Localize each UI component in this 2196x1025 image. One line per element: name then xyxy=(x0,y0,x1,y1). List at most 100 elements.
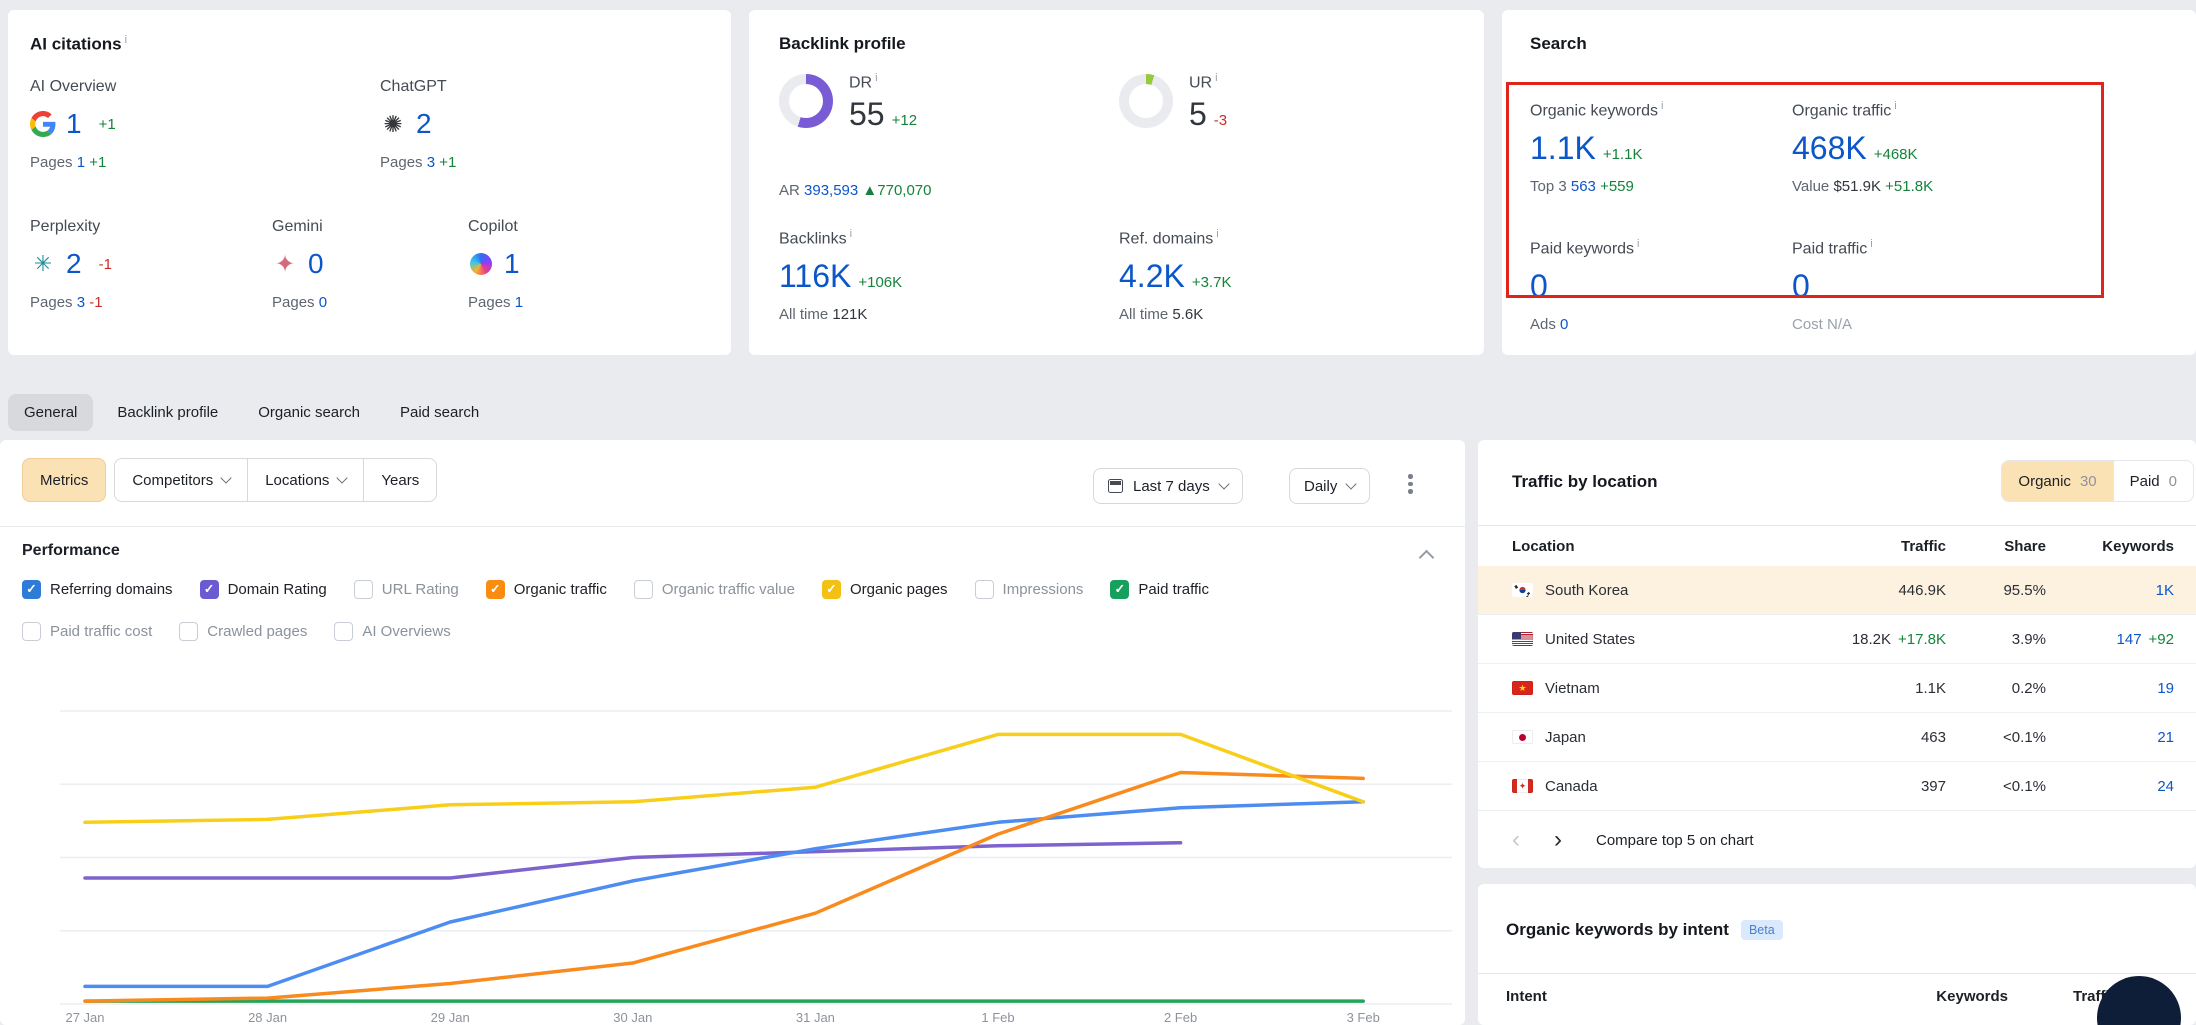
copilot-value[interactable]: 1 xyxy=(504,248,520,280)
gemini-pages: Pages 0 xyxy=(272,294,327,311)
checkbox-impressions[interactable]: Impressions xyxy=(975,580,1084,599)
perplexity-value[interactable]: 2 xyxy=(66,248,82,280)
series-domain-rating xyxy=(85,843,1181,878)
checkbox-ai-overviews[interactable]: AI Overviews xyxy=(334,622,450,641)
checkbox-icon xyxy=(634,580,653,599)
copilot-pages: Pages 1 xyxy=(468,294,523,311)
copilot-icon xyxy=(468,251,494,277)
previous-page-button[interactable]: ‹ xyxy=(1512,828,1520,852)
granularity-dropdown[interactable]: Daily xyxy=(1289,468,1370,504)
flag-vietnam-icon: ★ xyxy=(1512,681,1533,695)
flag-united-states-icon xyxy=(1512,632,1533,646)
checkbox-organic-traffic[interactable]: ✓Organic traffic xyxy=(486,580,607,599)
chatgpt-icon: ✺ xyxy=(380,111,406,137)
perplexity-pages: Pages 3 -1 xyxy=(30,294,112,311)
backlinks-metric: Backlinksi 116K+106K All time 121K xyxy=(779,228,902,323)
keywords-link[interactable]: 1K xyxy=(2156,582,2174,599)
checkbox-icon xyxy=(22,622,41,641)
x-tick-label: 31 Jan xyxy=(796,1010,835,1025)
performance-card: Metrics Competitors Locations Years Last… xyxy=(0,440,1465,1025)
x-tick-label: 27 Jan xyxy=(65,1010,104,1025)
copilot-label: Copilot xyxy=(468,218,523,236)
cost-row: Cost N/A xyxy=(1792,316,1873,333)
info-icon[interactable]: i xyxy=(850,228,852,240)
info-icon[interactable]: i xyxy=(1216,228,1218,240)
checkbox-organic-pages[interactable]: ✓Organic pages xyxy=(822,580,948,599)
info-icon[interactable]: i xyxy=(1215,72,1217,84)
ahrefs-rank-row: AR 393,593 ▲770,070 xyxy=(779,182,932,199)
table-row-vietnam[interactable]: ★Vietnam 1.1K 0.2% 19 xyxy=(1478,664,2196,713)
checkbox-organic-traffic-value[interactable]: Organic traffic value xyxy=(634,580,795,599)
chevron-down-icon xyxy=(337,472,348,483)
toggle-organic[interactable]: Organic30 xyxy=(2002,461,2112,501)
traffic-by-location-title: Traffic by location xyxy=(1512,472,1657,492)
url-rating-metric: URi 5-3 xyxy=(1119,72,1227,130)
checkbox-domain-rating[interactable]: ✓Domain Rating xyxy=(200,580,327,599)
backlink-profile-title: Backlink profile xyxy=(779,34,906,54)
date-range-dropdown[interactable]: Last 7 days xyxy=(1093,468,1243,504)
chatgpt-metric: ChatGPT ✺ 2 Pages 3 +1 xyxy=(380,78,456,171)
collapse-section-button[interactable] xyxy=(1419,550,1435,566)
table-row-south-korea[interactable]: South Korea 446.9K 95.5% 1K xyxy=(1478,566,2196,615)
keywords-link[interactable]: 24 xyxy=(2157,778,2174,795)
ref-domains-value[interactable]: 4.2K xyxy=(1119,260,1185,292)
checkbox-paid-traffic[interactable]: ✓Paid traffic xyxy=(1110,580,1209,599)
years-button[interactable]: Years xyxy=(364,459,436,501)
keywords-link[interactable]: 147 xyxy=(2117,631,2142,648)
chatgpt-label: ChatGPT xyxy=(380,78,456,96)
checkbox-referring-domains[interactable]: ✓Referring domains xyxy=(22,580,173,599)
ur-value: 5 xyxy=(1189,98,1207,130)
metrics-filter-button[interactable]: Metrics xyxy=(22,458,106,502)
checkbox-paid-traffic-cost[interactable]: Paid traffic cost xyxy=(22,622,152,641)
tab-paid-search[interactable]: Paid search xyxy=(384,394,495,431)
backlinks-value[interactable]: 116K xyxy=(779,260,851,292)
tab-general[interactable]: General xyxy=(8,394,93,431)
divider xyxy=(0,526,1465,527)
info-icon[interactable]: i xyxy=(875,72,877,84)
backlinks-alltime: All time 121K xyxy=(779,306,902,323)
chevron-down-icon xyxy=(1218,478,1229,489)
metric-checkbox-row-2: Paid traffic cost Crawled pages AI Overv… xyxy=(22,622,451,641)
ai-overview-label: AI Overview xyxy=(30,78,116,96)
site-explorer-overview: AI citationsi AI Overview 1 +1 Pages 1 +… xyxy=(0,0,2196,1025)
table-row-japan[interactable]: Japan 463 <0.1% 21 xyxy=(1478,713,2196,762)
more-options-button[interactable] xyxy=(1408,474,1413,494)
compare-top5-label[interactable]: Compare top 5 on chart xyxy=(1596,832,1754,849)
chevron-down-icon xyxy=(221,472,232,483)
ai-overview-value[interactable]: 1 xyxy=(66,108,82,140)
competitors-dropdown[interactable]: Competitors xyxy=(115,459,248,501)
toggle-paid[interactable]: Paid0 xyxy=(2113,461,2193,501)
ai-overview-delta: +1 xyxy=(99,116,116,133)
location-table-body: South Korea 446.9K 95.5% 1K United State… xyxy=(1478,566,2196,811)
ai-citations-card: AI citationsi AI Overview 1 +1 Pages 1 +… xyxy=(8,10,731,355)
gemini-value[interactable]: 0 xyxy=(308,248,324,280)
keywords-by-intent-title: Organic keywords by intent xyxy=(1506,920,1729,940)
tab-organic-search[interactable]: Organic search xyxy=(242,394,376,431)
keywords-link[interactable]: 19 xyxy=(2157,680,2174,697)
performance-title: Performance xyxy=(22,542,120,560)
perplexity-label: Perplexity xyxy=(30,218,112,236)
next-page-button[interactable]: › xyxy=(1554,828,1562,852)
tab-backlink-profile[interactable]: Backlink profile xyxy=(101,394,234,431)
checkbox-icon: ✓ xyxy=(200,580,219,599)
table-row-united-states[interactable]: United States 18.2K+17.8K 3.9% 147+92 xyxy=(1478,615,2196,664)
checkbox-url-rating[interactable]: URL Rating xyxy=(354,580,459,599)
chatgpt-value[interactable]: 2 xyxy=(416,108,432,140)
dr-donut-chart xyxy=(779,74,833,128)
x-tick-label: 3 Feb xyxy=(1347,1010,1380,1025)
info-icon[interactable]: i xyxy=(125,34,127,46)
table-row-canada[interactable]: ✦Canada 397 <0.1% 24 xyxy=(1478,762,2196,811)
locations-dropdown[interactable]: Locations xyxy=(248,459,364,501)
perplexity-metric: Perplexity ✳ 2 -1 Pages 3 -1 xyxy=(30,218,112,311)
flag-south-korea-icon xyxy=(1512,583,1533,597)
checkbox-icon: ✓ xyxy=(486,580,505,599)
flag-canada-icon: ✦ xyxy=(1512,779,1533,793)
checkbox-icon xyxy=(975,580,994,599)
x-tick-label: 28 Jan xyxy=(248,1010,287,1025)
copilot-metric: Copilot 1 Pages 1 xyxy=(468,218,523,311)
ads-row: Ads 0 xyxy=(1530,316,1640,333)
perplexity-icon: ✳ xyxy=(30,251,56,277)
checkbox-crawled-pages[interactable]: Crawled pages xyxy=(179,622,307,641)
performance-line-chart[interactable]: 27 Jan28 Jan29 Jan30 Jan31 Jan1 Feb2 Feb… xyxy=(60,676,1452,1025)
keywords-link[interactable]: 21 xyxy=(2157,729,2174,746)
